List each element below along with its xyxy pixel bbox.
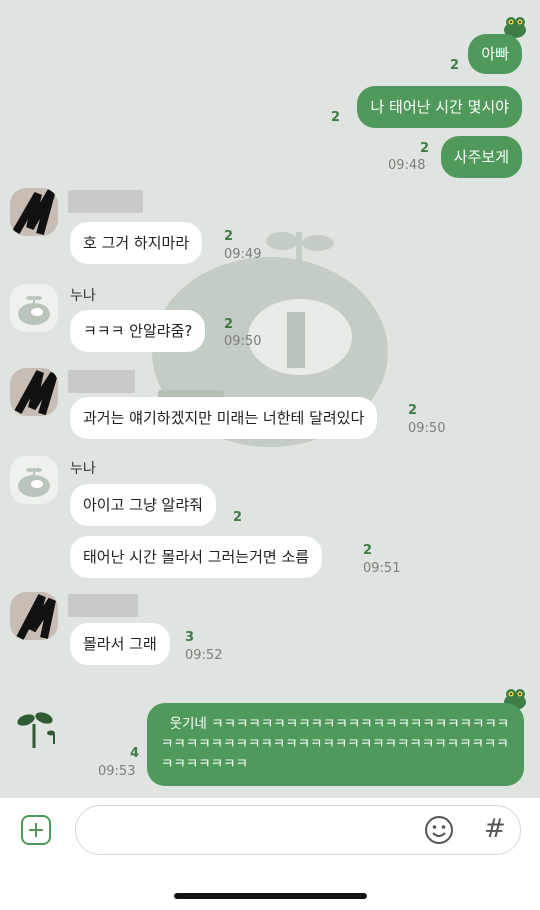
my-message-bubble[interactable]: 아빠 bbox=[468, 34, 522, 74]
message-input[interactable] bbox=[75, 805, 521, 855]
unread-count: 2 bbox=[420, 141, 430, 156]
unread-count: 3 bbox=[185, 630, 195, 645]
unread-count: 2 bbox=[224, 317, 234, 332]
avatar[interactable] bbox=[10, 368, 58, 416]
other-message-bubble[interactable]: 과거는 얘기하겠지만 미래는 너한테 달려있다 bbox=[70, 397, 378, 439]
sender-name: 누나 bbox=[70, 461, 96, 477]
unread-count: 2 bbox=[331, 110, 341, 125]
sprout-mascot-icon bbox=[18, 296, 50, 325]
unread-count: 2 bbox=[233, 510, 243, 525]
sender-name-redacted bbox=[68, 594, 138, 617]
message-time: 09:53 bbox=[98, 764, 136, 779]
hash-icon[interactable]: # bbox=[484, 814, 506, 844]
message-time: 09:48 bbox=[388, 158, 426, 173]
message-time: 09:51 bbox=[363, 561, 401, 576]
scribbled-avatar-icon bbox=[10, 592, 58, 640]
sender-name-redacted bbox=[68, 370, 135, 393]
message-time: 09:52 bbox=[185, 648, 223, 663]
sprout-mascot-icon bbox=[18, 468, 50, 497]
avatar[interactable] bbox=[10, 284, 58, 332]
other-message-bubble[interactable]: 태어난 시간 몰라서 그러는거면 소름 bbox=[70, 536, 323, 578]
chat-area[interactable]: 아빠 2 나 태어난 시간 몇시야 2 사주보게 2 09:48 호 그거 하지… bbox=[0, 0, 540, 800]
unread-count: 4 bbox=[130, 746, 140, 761]
avatar[interactable] bbox=[10, 592, 58, 640]
message-time: 09:50 bbox=[224, 334, 262, 349]
other-message-bubble[interactable]: 몰라서 그래 bbox=[70, 623, 170, 665]
sprout-sticker-icon bbox=[17, 712, 55, 748]
sender-name-redacted bbox=[68, 190, 143, 213]
unread-count: 2 bbox=[450, 58, 460, 73]
plus-icon bbox=[29, 823, 43, 837]
other-message-bubble[interactable]: ㅋㅋㅋ 안알랴줌? bbox=[70, 310, 206, 352]
my-message-bubble[interactable]: 나 태어난 시간 몇시야 bbox=[357, 86, 522, 128]
other-message-bubble[interactable]: 아이고 그냥 알랴줘 bbox=[70, 484, 216, 526]
avatar[interactable] bbox=[10, 188, 58, 236]
unread-count: 2 bbox=[363, 543, 373, 558]
unread-count: 2 bbox=[408, 403, 418, 418]
my-message-bubble[interactable]: 사주보게 bbox=[440, 136, 522, 178]
scribbled-avatar-icon bbox=[10, 188, 58, 236]
add-button[interactable] bbox=[21, 815, 51, 845]
my-message-bubble[interactable]: 웃기네 ㅋㅋㅋㅋㅋㅋㅋㅋㅋㅋㅋㅋㅋㅋㅋㅋㅋㅋㅋㅋㅋㅋㅋㅋㅋㅋㅋㅋㅋㅋㅋㅋㅋㅋㅋㅋ… bbox=[147, 703, 524, 786]
unread-count: 2 bbox=[224, 229, 234, 244]
smiley-icon[interactable] bbox=[424, 815, 454, 845]
home-indicator[interactable] bbox=[174, 893, 367, 899]
message-time: 09:49 bbox=[224, 247, 262, 262]
scribbled-avatar-icon bbox=[10, 368, 58, 416]
avatar[interactable] bbox=[10, 456, 58, 504]
sender-name: 누나 bbox=[70, 288, 96, 304]
other-message-bubble[interactable]: 호 그거 하지마라 bbox=[70, 222, 203, 264]
message-time: 09:50 bbox=[408, 421, 446, 436]
